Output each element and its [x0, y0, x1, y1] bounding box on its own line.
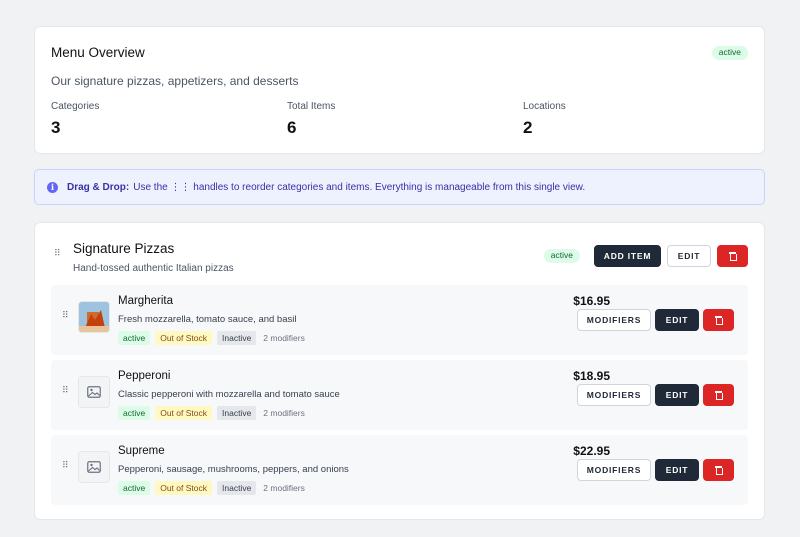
overview-title: Menu Overview: [51, 45, 145, 60]
drag-handle-icon[interactable]: ⠿: [62, 386, 72, 395]
menu-item-supreme: ⠿ Supreme Pepperoni, sausage, mushrooms,…: [51, 435, 748, 505]
item-actions: MODIFIERS EDIT: [577, 459, 734, 481]
item-name: Pepperoni: [118, 370, 171, 382]
stat-value: 2: [523, 118, 533, 137]
active-tag: active: [118, 481, 151, 495]
modifier-count: 2 modifiers: [263, 333, 305, 343]
out-of-stock-tag: Out of Stock: [155, 331, 212, 345]
drag-drop-info-banner: i Drag & Drop: Use the ⋮⋮ handles to reo…: [34, 169, 765, 205]
item-name: Supreme: [118, 445, 165, 457]
trash-icon: [729, 252, 737, 261]
stat-locations: Locations 2: [523, 101, 566, 138]
inactive-tag: Inactive: [217, 406, 257, 420]
category-description: Hand-tossed authentic Italian pizzas: [73, 263, 234, 274]
edit-item-button[interactable]: EDIT: [655, 309, 699, 331]
modifier-count: 2 modifiers: [263, 483, 305, 493]
menu-item-pepperoni: ⠿ Pepperoni Classic pepperoni with mozza…: [51, 360, 748, 430]
delete-item-button[interactable]: [703, 384, 734, 406]
delete-item-button[interactable]: [703, 309, 734, 331]
stat-value: 3: [51, 118, 61, 137]
image-placeholder-icon: [87, 461, 101, 473]
add-item-button[interactable]: ADD ITEM: [594, 245, 661, 267]
delete-item-button[interactable]: [703, 459, 734, 481]
item-actions: MODIFIERS EDIT: [577, 384, 734, 406]
stat-value: 6: [287, 118, 297, 137]
item-price: $18.95: [573, 369, 610, 383]
stat-label: Total Items: [287, 101, 336, 112]
out-of-stock-tag: Out of Stock: [155, 406, 212, 420]
info-heading: Drag & Drop:: [67, 181, 130, 193]
trash-icon: [715, 466, 723, 475]
stat-label: Categories: [51, 101, 100, 112]
item-tags: active Out of Stock Inactive 2 modifiers: [118, 406, 305, 420]
item-price: $16.95: [573, 294, 610, 308]
active-tag: active: [118, 406, 151, 420]
inactive-tag: Inactive: [217, 331, 257, 345]
item-description: Fresh mozzarella, tomato sauce, and basi…: [118, 314, 297, 325]
overview-description: Our signature pizzas, appetizers, and de…: [51, 74, 299, 88]
edit-item-button[interactable]: EDIT: [655, 384, 699, 406]
modifiers-button[interactable]: MODIFIERS: [577, 309, 651, 331]
active-tag: active: [118, 331, 151, 345]
category-card: ⠿ Signature Pizzas Hand-tossed authentic…: [34, 222, 765, 520]
item-name: Margherita: [118, 295, 173, 307]
menu-item-margherita: ⠿ Margherita Fresh mozzarella, tomato sa…: [51, 285, 748, 355]
status-badge: active: [711, 46, 748, 60]
delete-category-button[interactable]: [717, 245, 748, 267]
trash-icon: [715, 391, 723, 400]
category-actions: active ADD ITEM EDIT: [543, 245, 748, 267]
stat-categories: Categories 3: [51, 101, 99, 138]
edit-category-button[interactable]: EDIT: [667, 245, 711, 267]
edit-item-button[interactable]: EDIT: [655, 459, 699, 481]
inactive-tag: Inactive: [217, 481, 257, 495]
category-status-badge: active: [543, 249, 580, 263]
item-description: Classic pepperoni with mozzarella and to…: [118, 389, 340, 400]
drag-handle-icon[interactable]: ⠿: [62, 311, 72, 320]
item-image-placeholder: [78, 376, 110, 408]
item-description: Pepperoni, sausage, mushrooms, peppers, …: [118, 464, 349, 475]
item-tags: active Out of Stock Inactive 2 modifiers: [118, 331, 305, 345]
item-image-placeholder: [78, 451, 110, 483]
modifiers-button[interactable]: MODIFIERS: [577, 459, 651, 481]
stat-label: Locations: [523, 101, 566, 112]
category-title: Signature Pizzas: [73, 241, 175, 256]
menu-overview-card: Menu Overview active Our signature pizza…: [34, 26, 765, 154]
pizza-photo-icon: [79, 302, 109, 332]
modifiers-button[interactable]: MODIFIERS: [577, 384, 651, 406]
out-of-stock-tag: Out of Stock: [155, 481, 212, 495]
drag-handle-icon[interactable]: ⠿: [62, 461, 72, 470]
item-actions: MODIFIERS EDIT: [577, 309, 734, 331]
item-price: $22.95: [573, 444, 610, 458]
info-text: Use the ⋮⋮ handles to reorder categories…: [133, 181, 586, 193]
drag-handle-icon[interactable]: ⠿: [54, 249, 64, 258]
trash-icon: [715, 316, 723, 325]
item-tags: active Out of Stock Inactive 2 modifiers: [118, 481, 305, 495]
info-icon: i: [47, 181, 58, 193]
modifier-count: 2 modifiers: [263, 408, 305, 418]
stat-total-items: Total Items 6: [287, 101, 335, 138]
item-photo: [78, 301, 110, 333]
image-placeholder-icon: [87, 386, 101, 398]
